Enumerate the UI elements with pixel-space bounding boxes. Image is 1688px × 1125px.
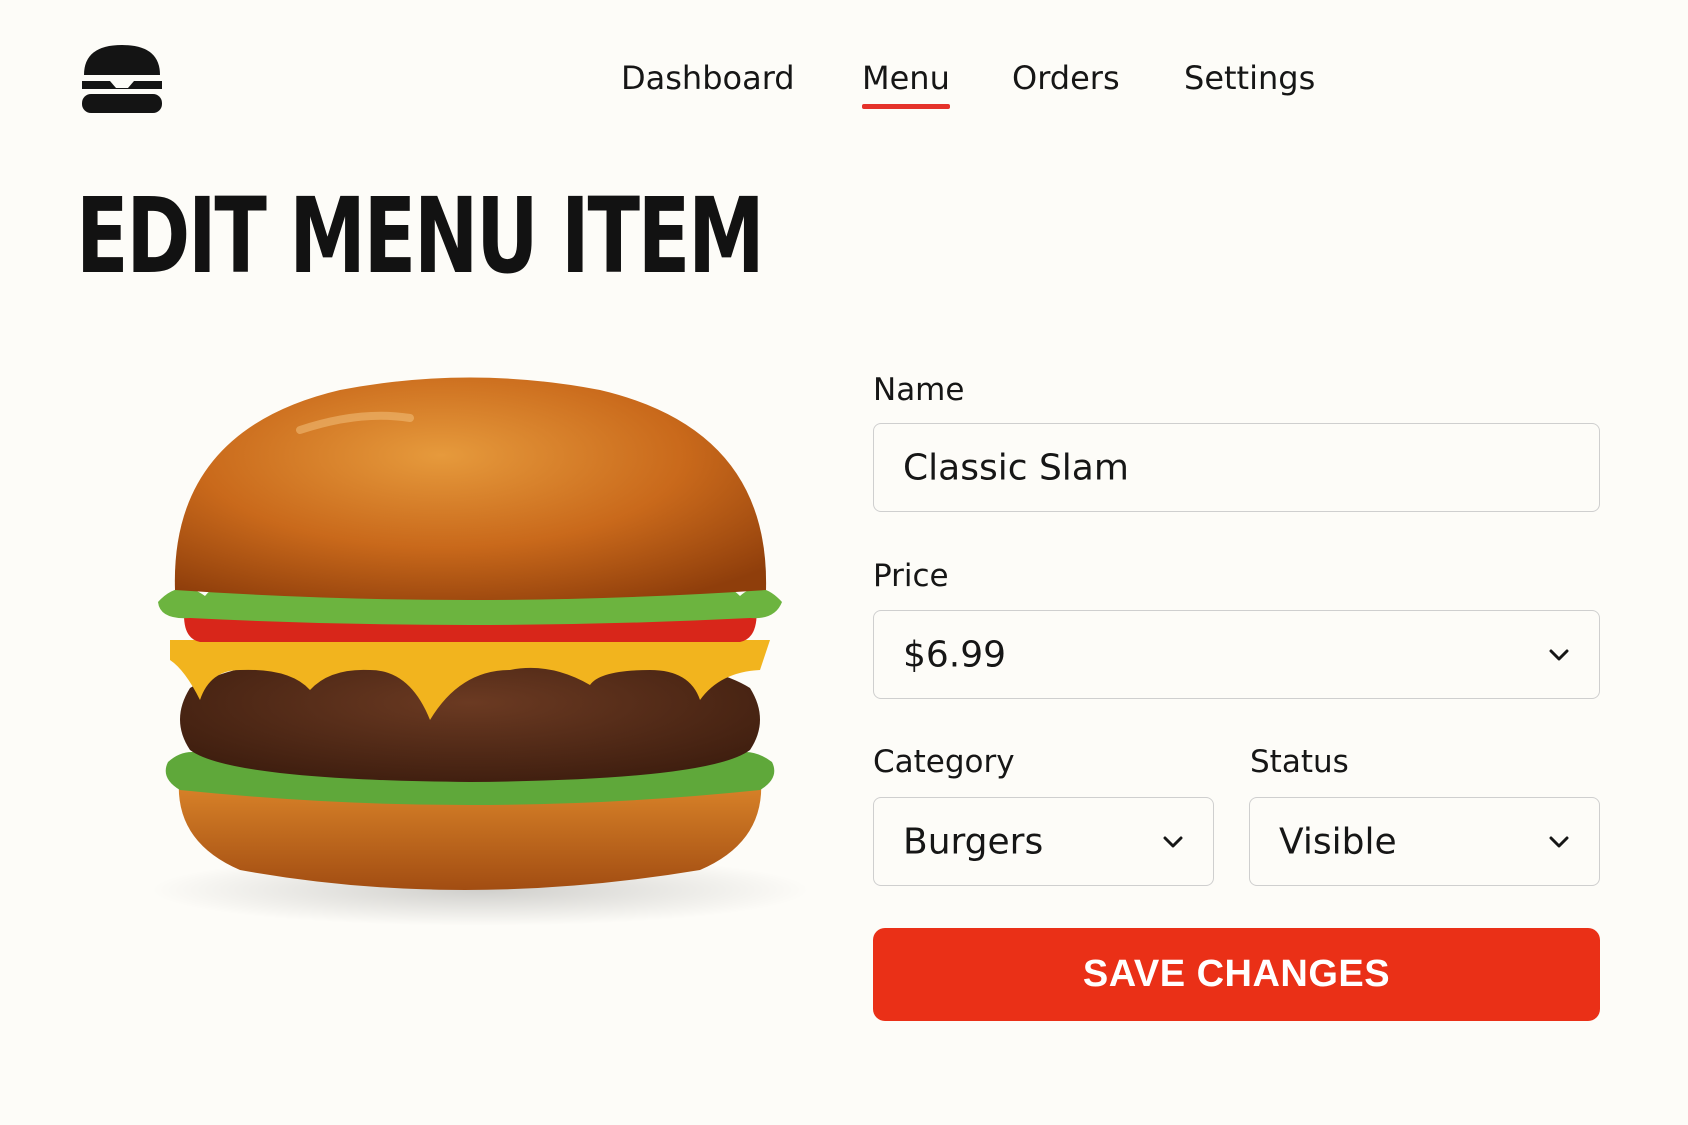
price-label: Price <box>873 558 949 594</box>
status-select[interactable]: Visible <box>1249 797 1600 886</box>
status-label: Status <box>1250 744 1349 780</box>
page-title: EDIT MENU ITEM <box>76 175 765 297</box>
chevron-down-icon <box>1549 836 1569 847</box>
price-value: $6.99 <box>903 634 1007 675</box>
name-label: Name <box>873 372 965 408</box>
name-input[interactable] <box>903 447 1503 488</box>
status-value: Visible <box>1279 821 1397 862</box>
name-field[interactable] <box>873 423 1600 512</box>
price-select[interactable]: $6.99 <box>873 610 1600 699</box>
save-changes-button[interactable]: SAVE CHANGES <box>873 928 1600 1021</box>
category-value: Burgers <box>903 821 1044 862</box>
nav-item-orders[interactable]: Orders <box>1012 58 1120 98</box>
nav-item-settings[interactable]: Settings <box>1184 58 1315 98</box>
category-label: Category <box>873 744 1015 780</box>
nav-item-dashboard[interactable]: Dashboard <box>621 58 795 98</box>
chevron-down-icon <box>1549 649 1569 660</box>
menu-item-image <box>130 370 810 930</box>
nav-item-menu[interactable]: Menu <box>862 58 950 109</box>
category-select[interactable]: Burgers <box>873 797 1214 886</box>
logo-burger-icon[interactable] <box>80 43 164 115</box>
chevron-down-icon <box>1163 836 1183 847</box>
